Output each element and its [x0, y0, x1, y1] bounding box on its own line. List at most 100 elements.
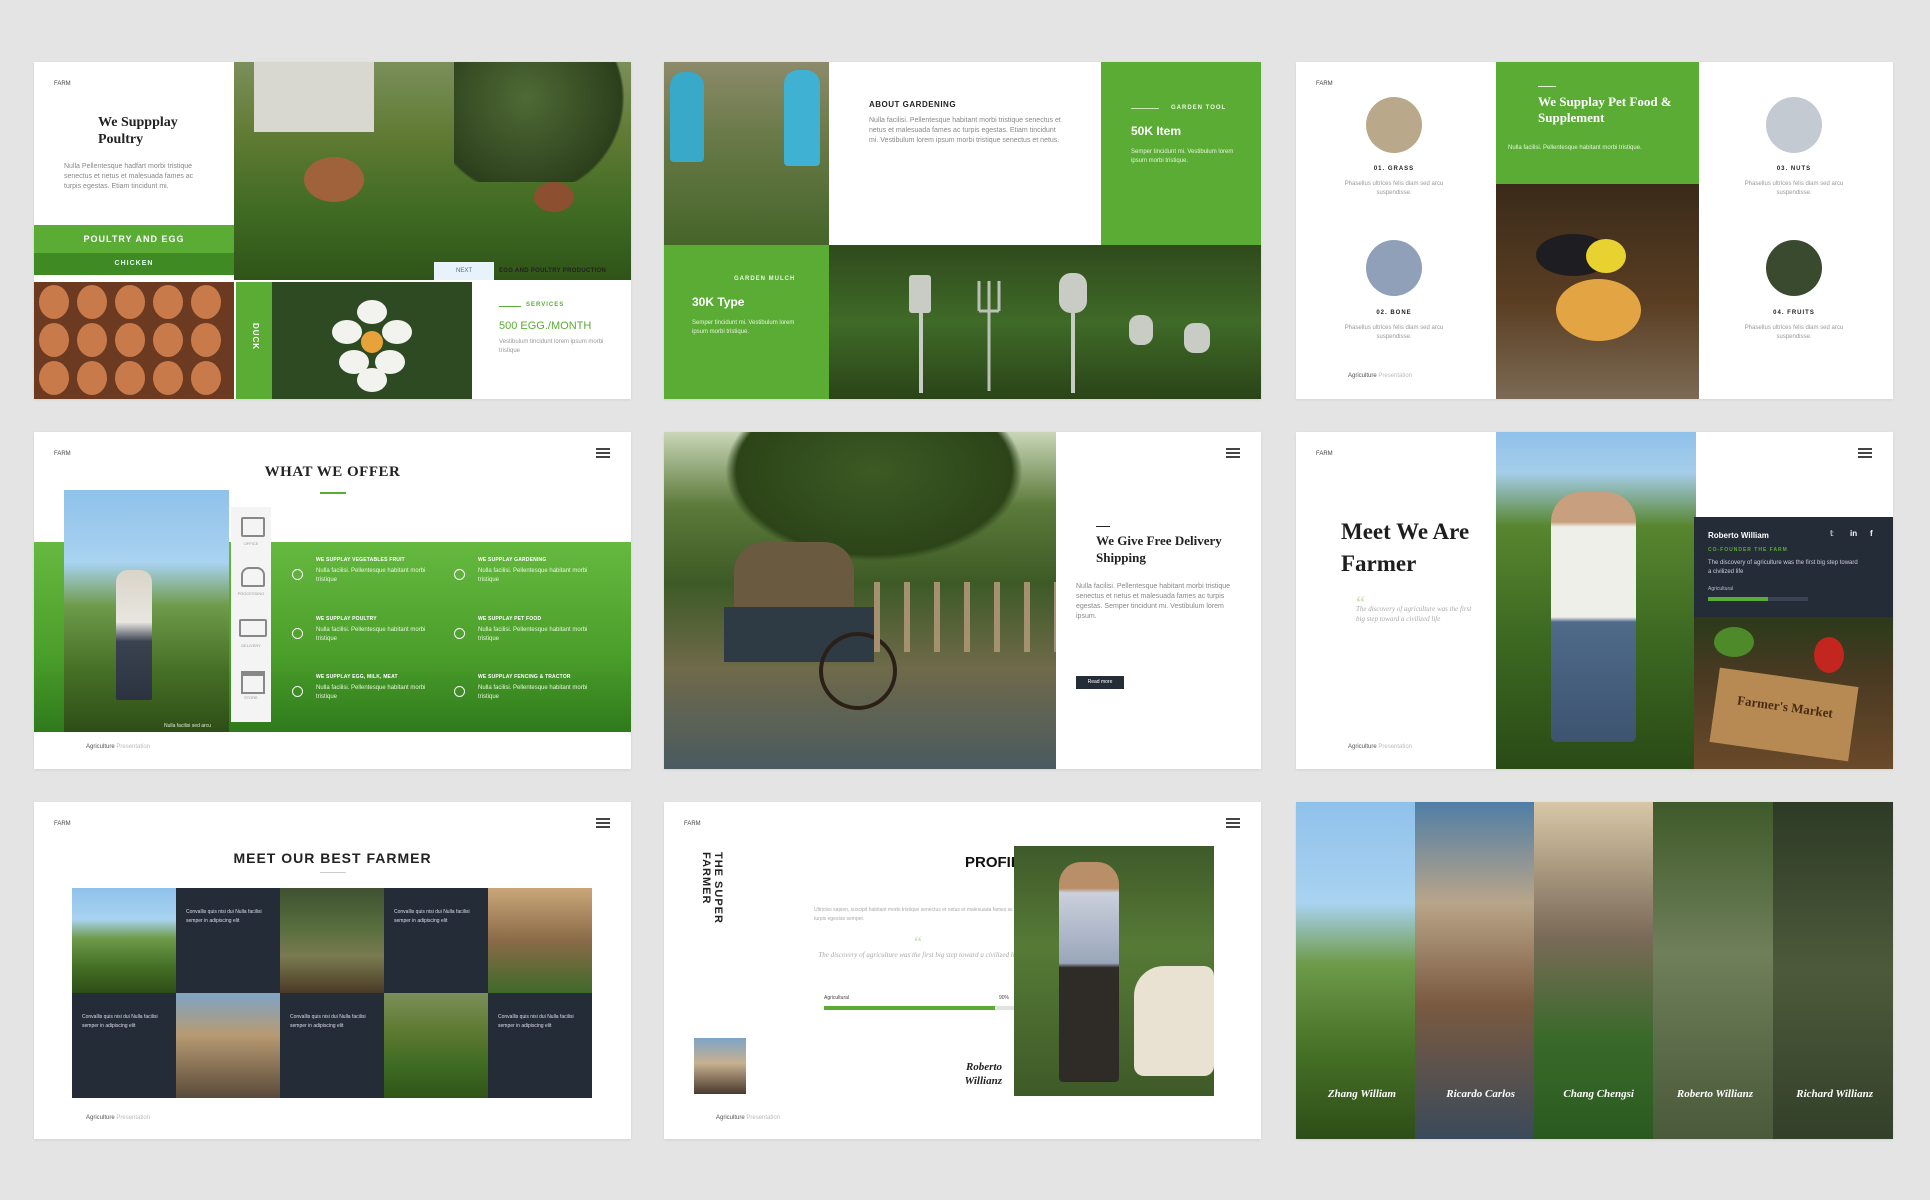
services-rule: [499, 306, 521, 307]
brand-tag: FARM: [54, 821, 71, 827]
footer-sub-text: Presentation: [746, 1115, 781, 1121]
slide-farmer-gallery[interactable]: Zhang William Ricardo Carlos Chang Cheng…: [1296, 802, 1893, 1139]
tools-photo: [829, 245, 1261, 399]
offer-body: Nulla facilisi. Pellentesque habitant mo…: [316, 685, 426, 700]
mulch-stat: 30K Type: [692, 295, 745, 309]
profile-photo: [1014, 846, 1214, 1096]
slide-profile[interactable]: FARM THE SUPER FARMER PROFILE Ultricies …: [664, 802, 1261, 1139]
duck-label: DUCK: [251, 322, 261, 351]
grid-text-1: Convallis quis nisi dui Nulla facilisi s…: [176, 888, 280, 993]
title-rule: [320, 872, 346, 873]
offer-body: Nulla facilisi. Pellentesque habitant mo…: [478, 627, 588, 642]
profile-name: Roberto Willianz: [964, 1061, 1003, 1087]
gallery-name-3: Chang Chengsi: [1563, 1088, 1634, 1100]
offer-item-3: WE SUPPLAY POULTRY Nulla facilisi. Pelle…: [292, 616, 452, 644]
egg-stat: 500 EGG./MONTH: [499, 320, 592, 332]
footer-brand: Agriculture Presentation: [716, 1114, 780, 1123]
offer-title: WE SUPPLAY EGG, MILK, MEAT: [316, 674, 398, 680]
slide-meet-farmer[interactable]: FARM Meet We Are Farmer “ The discovery …: [1296, 432, 1893, 769]
hen-shape-2: [534, 182, 574, 212]
offer-body: Nulla facilisi. Pellentesque habitant mo…: [316, 627, 426, 642]
processing-icon: [241, 567, 265, 587]
card-skill-track: [1708, 597, 1808, 601]
bird-photo: [1496, 184, 1699, 399]
next-tab[interactable]: NEXT: [434, 262, 494, 280]
menu-icon[interactable]: [1226, 448, 1240, 459]
slide-what-we-offer[interactable]: FARM WHAT WE OFFER OFFICE PROCESSING DEL…: [34, 432, 631, 769]
grid-text-2: Convallis quis nisi dui Nulla facilisi s…: [384, 888, 488, 993]
gallery-name-4: Roberto Willianz: [1676, 1088, 1753, 1100]
slide-best-farmer[interactable]: FARM MEET OUR BEST FARMER Convallis quis…: [34, 802, 631, 1139]
slide-body: Nulla Pellentesque hadfart morbi tristiq…: [64, 163, 194, 190]
about-body: Nulla facilisi. Pellentesque habitant mo…: [869, 117, 1061, 144]
production-heading: EGG AND POULTRY PRODUCTION: [499, 268, 607, 274]
duck-side-band: DUCK: [236, 282, 272, 399]
linkedin-icon[interactable]: in: [1850, 529, 1857, 538]
card-role: CO-FOUNDER THE FARM: [1708, 547, 1788, 553]
bone-item-photo: [1366, 240, 1422, 296]
gallery-photo-3: Chang Chengsi: [1534, 802, 1653, 1139]
offer-body: Nulla facilisi. Pellentesque habitant mo…: [316, 568, 426, 583]
title-rule: [1538, 86, 1556, 87]
twitter-icon[interactable]: 𝕥: [1830, 529, 1834, 538]
icon-label-delivery: DELIVERY: [241, 643, 261, 648]
profile-body: Ultricies sapien, suscipit habitant morb…: [814, 907, 1013, 922]
chicken-band: CHICKEN: [34, 253, 234, 275]
menu-icon[interactable]: [1226, 818, 1240, 829]
tool-panel: GARDEN TOOL 50K Item Semper tincidunt mi…: [1101, 62, 1261, 245]
tree-shape: [454, 62, 631, 182]
vertical-title: THE SUPER FARMER: [700, 852, 724, 924]
menu-icon[interactable]: [596, 448, 610, 459]
offer-body: Nulla facilisi. Pellentesque habitant mo…: [478, 685, 588, 700]
mulch-panel: GARDEN MULCH 30K Type Semper tincidunt m…: [664, 245, 829, 399]
tool-rule: [1131, 108, 1159, 109]
grid-photo-2: [280, 888, 384, 993]
item-label-nuts: 03. NUTS: [1776, 166, 1812, 172]
farmer-figure: [1059, 862, 1119, 1082]
chicken-band-label: CHICKEN: [114, 260, 154, 267]
poultry-band: POULTRY AND EGG: [34, 225, 234, 253]
grid-photo-5: [384, 993, 488, 1098]
tool-stat: 50K Item: [1131, 124, 1182, 138]
offer-title: WE SUPPLAY FENCING & TRACTOR: [478, 674, 571, 680]
title-rule: [320, 492, 346, 494]
gallery-photo-1: Zhang William: [1296, 802, 1415, 1139]
check-icon: [292, 569, 303, 580]
fruits-item-photo: [1766, 240, 1822, 296]
brand-tag: FARM: [54, 81, 71, 87]
farmer-portrait: [1496, 432, 1696, 769]
skill-label: Agricultural: [824, 995, 850, 1001]
menu-icon[interactable]: [1858, 448, 1872, 459]
crate-label: Farmer's Market: [1736, 692, 1834, 721]
facebook-icon[interactable]: f: [1870, 529, 1873, 538]
footer-sub-text: Presentation: [1378, 373, 1413, 379]
offer-item-4: WE SUPPLAY PET FOOD Nulla facilisi. Pell…: [454, 616, 614, 644]
slide-gardening[interactable]: ABOUT GARDENING Nulla facilisi. Pellente…: [664, 62, 1261, 399]
item-body-nuts: Phasellus ultrices felis diam sed arcu s…: [1744, 181, 1844, 196]
read-more-button[interactable]: Read more: [1076, 676, 1124, 689]
menu-icon[interactable]: [596, 818, 610, 829]
chicken-photo: [234, 62, 631, 280]
slide-title: We Give Free Delivery Shipping: [1096, 533, 1222, 565]
grid-text-4: Convallis quis nisi dui Nulla facilisi s…: [280, 993, 384, 1098]
card-skill-label: Agricultural: [1708, 586, 1734, 592]
slide-delivery[interactable]: We Give Free Delivery Shipping Nulla fac…: [664, 432, 1261, 769]
title-rule: [1096, 526, 1110, 527]
brand-tag: FARM: [684, 821, 701, 827]
slide-title: We Suppplay Poultry: [98, 115, 178, 147]
slide-pet-food[interactable]: FARM 01. GRASS Phasellus ultrices felis …: [1296, 62, 1893, 399]
offer-title: WE SUPPLAY POULTRY: [316, 616, 377, 622]
farmer-field-photo: [64, 490, 229, 732]
brand-tag: FARM: [1316, 81, 1333, 87]
item-label-bone: 02. BONE: [1376, 310, 1412, 316]
tool-label: GARDEN TOOL: [1171, 105, 1227, 111]
offer-item-6: WE SUPPLAY FENCING & TRACTOR Nulla facil…: [454, 674, 624, 702]
grid-text-5: Convallis quis nisi dui Nulla facilisi s…: [488, 993, 592, 1098]
tools-graphic: [909, 273, 1210, 393]
item-label-fruits: 04. FRUITS: [1773, 310, 1815, 316]
chili-shape: [1814, 637, 1844, 673]
slide-title: Meet We Are Farmer: [1341, 519, 1470, 576]
small-portrait: [694, 1038, 746, 1094]
item-body-fruits: Phasellus ultrices felis diam sed arcu s…: [1744, 325, 1844, 340]
slide-poultry[interactable]: FARM We Suppplay Poultry Nulla Pellentes…: [34, 62, 631, 399]
